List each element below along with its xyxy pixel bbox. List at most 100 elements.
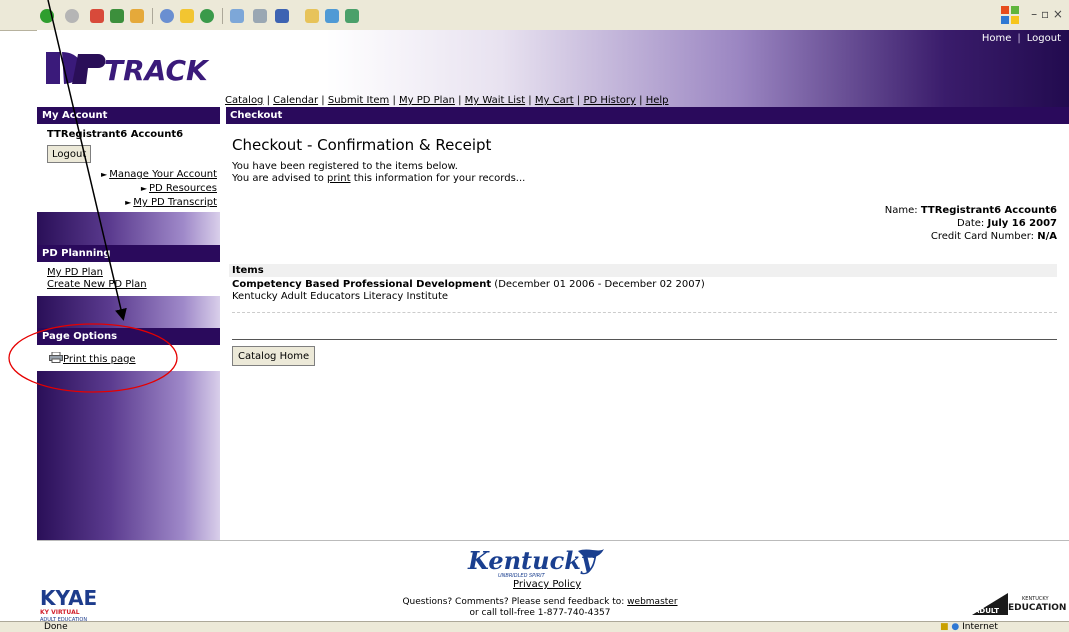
windows-logo-icon	[1001, 6, 1019, 24]
discuss-icon[interactable]	[305, 9, 319, 23]
print-advice-tail: this information for your records...	[350, 173, 526, 184]
mail-icon[interactable]	[230, 9, 244, 23]
pd-track-logo: TRACK	[46, 52, 210, 87]
favorites-icon[interactable]	[180, 9, 194, 23]
manage-account-item: ► Manage Your Account	[101, 169, 217, 180]
pd-resources-item: ► PD Resources	[141, 183, 217, 194]
contact-info: Questions? Comments? Please send feedbac…	[370, 597, 710, 619]
top-nav: Home | Logout	[982, 33, 1061, 44]
receipt-cc-row: Credit Card Number: N/A	[885, 230, 1057, 243]
questions-text: Questions? Comments? Please send feedbac…	[402, 597, 628, 607]
site-footer: Kentucky UNBRIDLED SPIRIT Privacy Policy…	[0, 541, 1069, 623]
nav-calendar[interactable]: Calendar	[273, 95, 318, 106]
my-account-panel: TTRegistrant6 Account6 Logout ► Manage Yo…	[37, 124, 220, 212]
svg-text:KENTUCKY: KENTUCKY	[1022, 596, 1049, 602]
svg-text:KY VIRTUAL: KY VIRTUAL	[40, 609, 80, 616]
refresh-icon[interactable]	[110, 9, 124, 23]
messenger-icon[interactable]	[325, 9, 339, 23]
print-icon[interactable]	[253, 9, 267, 23]
printer-icon	[49, 351, 63, 363]
content-heading: Checkout	[226, 107, 1069, 124]
cc-label: Credit Card Number:	[930, 231, 1035, 242]
date-value: July 16 2007	[987, 218, 1058, 229]
svg-text:EDUCATION: EDUCATION	[1008, 603, 1066, 613]
nav-my-pd-plan[interactable]: My PD Plan	[399, 95, 455, 106]
svg-text:KYAE: KYAE	[40, 586, 97, 610]
browser-statusbar: Done ■ ● Internet	[0, 621, 1069, 632]
pd-transcript-link[interactable]: My PD Transcript	[133, 197, 217, 208]
item-organization: Kentucky Adult Educators Literacy Instit…	[232, 291, 449, 302]
forward-icon[interactable]	[65, 9, 79, 23]
pd-planning-heading: PD Planning	[37, 245, 220, 262]
kentucky-logo: Kentucky UNBRIDLED SPIRIT	[467, 546, 604, 579]
manage-account-link[interactable]: Manage Your Account	[109, 169, 217, 180]
pd-resources-link[interactable]: PD Resources	[149, 183, 217, 194]
history-icon[interactable]	[200, 9, 214, 23]
arrow-icon: ►	[125, 198, 132, 207]
item-divider	[232, 312, 1057, 313]
browser-toolbar: – ▫ ×	[0, 0, 1069, 31]
nav-catalog[interactable]: Catalog	[225, 95, 263, 106]
left-sidebar: My Account TTRegistrant6 Account6 Logout…	[37, 107, 220, 540]
item-title-row: Competency Based Professional Developmen…	[232, 279, 705, 290]
name-value: TTRegistrant6 Account6	[920, 205, 1057, 216]
kyae-logo: KYAE KY VIRTUAL ADULT EDUCATION	[40, 586, 97, 623]
print-page-link[interactable]: Print this page	[63, 354, 136, 365]
page-options-panel: Print this page	[37, 345, 220, 371]
pd-transcript-item: ► My PD Transcript	[125, 197, 217, 208]
print-advice-text: You are advised to	[232, 173, 328, 184]
home-link[interactable]: Home	[982, 33, 1012, 44]
webmaster-link[interactable]: webmaster	[627, 597, 677, 607]
date-label: Date:	[957, 218, 985, 229]
nav-my-wait-list[interactable]: My Wait List	[465, 95, 525, 106]
receipt-name-row: Name: TTRegistrant6 Account6	[885, 204, 1057, 217]
registration-message: You have been registered to the items be…	[232, 161, 458, 172]
research-icon[interactable]	[345, 9, 359, 23]
phone-text: or call toll-free 1-877-740-4357	[469, 608, 611, 618]
create-pd-plan-link[interactable]: Create New PD Plan	[47, 279, 147, 290]
nav-separator: |	[1017, 33, 1021, 44]
item-title: Competency Based Professional Developmen…	[232, 279, 492, 290]
logout-button[interactable]: Logout	[47, 145, 92, 163]
page-options-heading: Page Options	[37, 328, 220, 345]
back-icon[interactable]	[40, 9, 54, 23]
main-nav: Catalog | Calendar | Submit Item | My PD…	[225, 95, 669, 106]
nav-my-cart[interactable]: My Cart	[535, 95, 574, 106]
catalog-home-button[interactable]: Catalog Home	[232, 346, 316, 366]
toolbar-divider	[222, 8, 223, 24]
nav-help[interactable]: Help	[646, 95, 669, 106]
svg-text:TRACK: TRACK	[104, 54, 210, 87]
pd-plan-item: My PD Plan	[47, 267, 103, 278]
search-icon[interactable]	[160, 9, 174, 23]
checkout-content: Checkout - Confirmation & Receipt You ha…	[226, 124, 1069, 540]
svg-text:Kentucky: Kentucky	[467, 546, 597, 575]
nav-submit-item[interactable]: Submit Item	[328, 95, 389, 106]
toolbar-divider	[152, 8, 153, 24]
window-controls[interactable]: – ▫ ×	[1031, 7, 1063, 21]
item-dates: (December 01 2006 - December 02 2007)	[491, 279, 705, 290]
receipt-details: Name: TTRegistrant6 Account6 Date: July …	[885, 204, 1057, 243]
arrow-icon: ►	[101, 170, 108, 179]
items-header: Items	[229, 264, 1057, 277]
svg-text:ADULT: ADULT	[974, 607, 999, 615]
print-inline-link[interactable]: print	[327, 173, 351, 184]
page-title: Checkout - Confirmation & Receipt	[232, 136, 492, 154]
privacy-policy-link[interactable]: Privacy Policy	[513, 579, 581, 590]
home-icon[interactable]	[130, 9, 144, 23]
section-divider	[232, 339, 1057, 340]
my-account-heading: My Account	[37, 107, 220, 124]
stop-icon[interactable]	[90, 9, 104, 23]
name-label: Name:	[884, 205, 918, 216]
kentucky-adult-education-logo: KENTUCKY ADULT EDUCATION	[972, 593, 1066, 615]
print-advice: You are advised to print this informatio…	[232, 173, 525, 184]
word-icon[interactable]	[275, 9, 289, 23]
pd-planning-panel: My PD Plan Create New PD Plan	[37, 262, 220, 296]
my-pd-plan-link[interactable]: My PD Plan	[47, 267, 103, 278]
create-plan-item: Create New PD Plan	[47, 279, 147, 290]
cc-value: N/A	[1037, 231, 1057, 242]
receipt-date-row: Date: July 16 2007	[885, 217, 1057, 230]
print-item: Print this page	[49, 351, 136, 365]
nav-pd-history[interactable]: PD History	[583, 95, 636, 106]
arrow-icon: ►	[140, 184, 148, 193]
logout-link[interactable]: Logout	[1027, 33, 1061, 44]
